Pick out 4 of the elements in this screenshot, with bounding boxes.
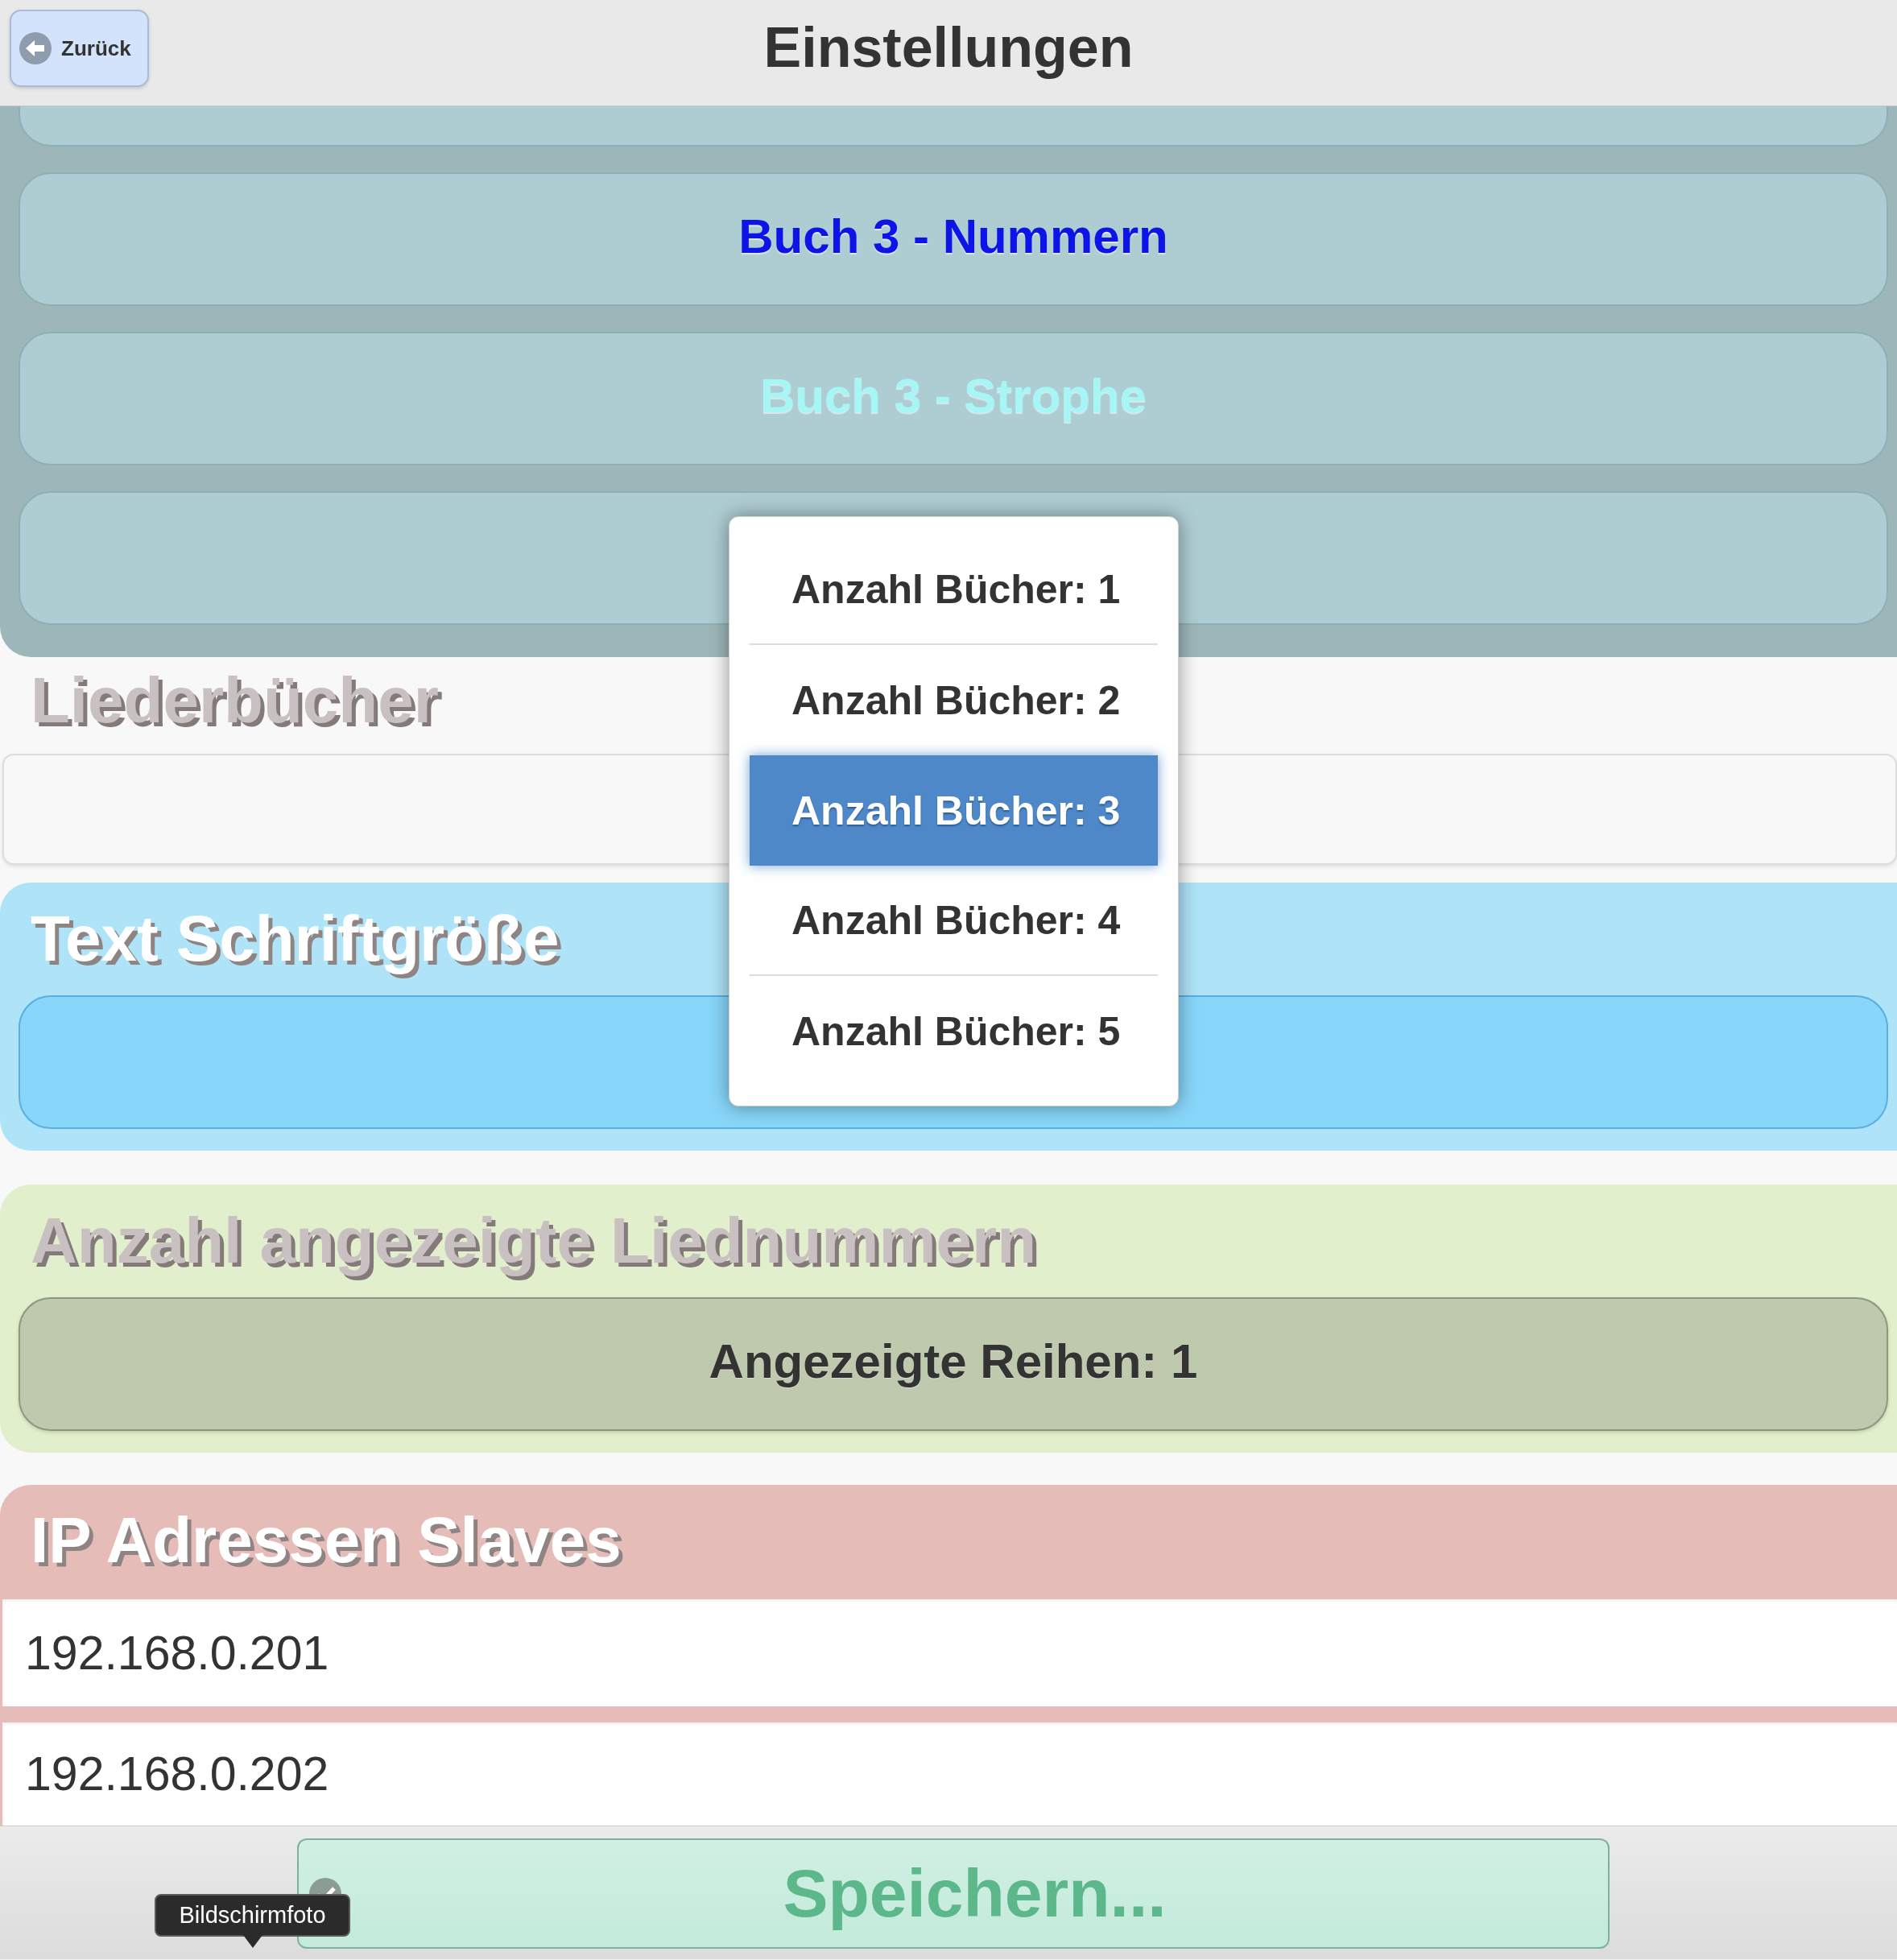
- section-title: Liederbücher: [31, 667, 439, 734]
- section-title: IP Adressen Slaves: [31, 1507, 622, 1574]
- tooltip: Bildschirmfoto: [155, 1894, 350, 1937]
- page-title: Einstellungen: [763, 17, 1134, 79]
